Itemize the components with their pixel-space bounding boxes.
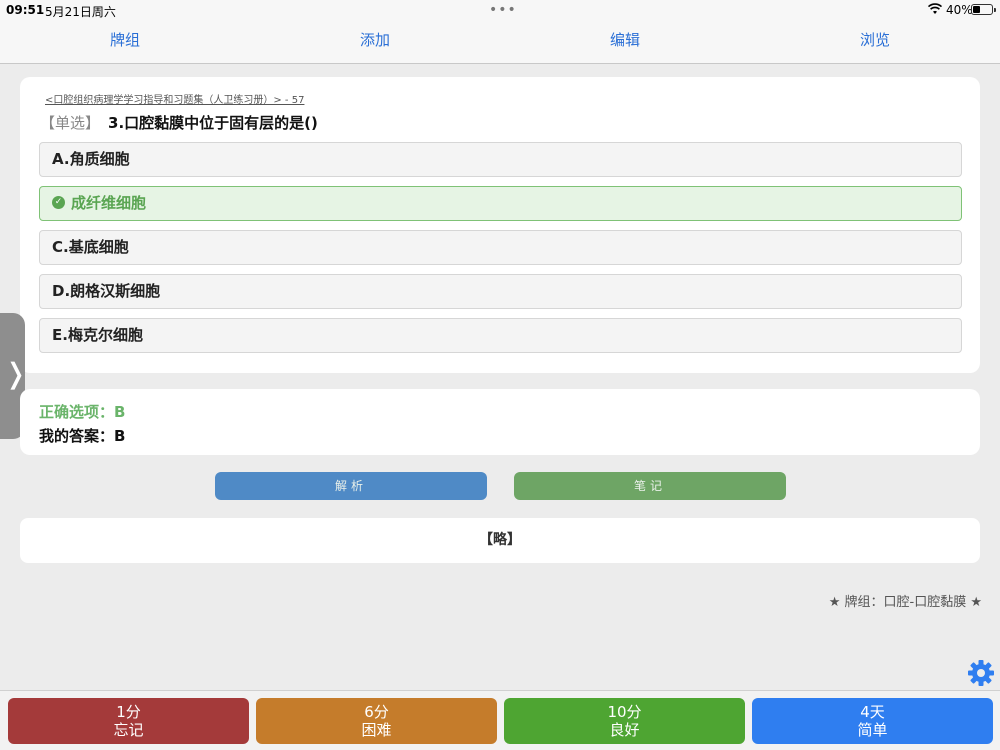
option-b-label: 成纤维细胞 <box>71 194 147 212</box>
my-answer: 我的答案：B <box>39 427 126 445</box>
rate-again-button[interactable]: 1分 忘记 <box>8 698 249 744</box>
status-bar: 09:51 5月21日周六 ••• 40% <box>0 0 1000 20</box>
battery-fill <box>973 6 980 13</box>
wifi-icon <box>928 3 942 14</box>
rate-hard-button[interactable]: 6分 困难 <box>256 698 497 744</box>
rate-again-interval: 1分 <box>116 703 141 721</box>
nav-edit[interactable]: 编辑 <box>500 20 750 63</box>
option-b-correct[interactable]: ✓ 成纤维细胞 <box>39 186 962 221</box>
explanation-card: 【略】 <box>20 518 980 563</box>
checkmark-icon: ✓ <box>52 195 65 209</box>
nav-decks[interactable]: 牌组 <box>0 20 250 63</box>
status-time: 09:51 <box>6 3 45 17</box>
option-c[interactable]: C.基底细胞 <box>39 230 962 265</box>
option-d[interactable]: D.朗格汉斯细胞 <box>39 274 962 309</box>
question-type: 【单选】 <box>40 114 101 132</box>
rate-hard-label: 困难 <box>361 721 392 739</box>
status-date: 5月21日周六 <box>45 5 116 19</box>
rate-easy-button[interactable]: 4天 简单 <box>752 698 993 744</box>
nav-browse[interactable]: 浏览 <box>750 20 1000 63</box>
deck-label: ★ 牌组：口腔-口腔黏膜 ★ <box>828 595 982 610</box>
question-line: 【单选】 3.口腔黏膜中位于固有层的是() <box>40 112 318 133</box>
nav-add[interactable]: 添加 <box>250 20 500 63</box>
rate-hard-interval: 6分 <box>364 703 389 721</box>
analysis-button[interactable]: 解析 <box>215 472 487 500</box>
chevron-right-icon: ❭ <box>4 357 28 390</box>
option-a[interactable]: A.角质细胞 <box>39 142 962 177</box>
rate-good-label: 良好 <box>609 721 640 739</box>
rate-good-interval: 10分 <box>607 703 642 721</box>
gear-icon[interactable] <box>967 659 995 687</box>
correct-answer: 正确选项：B <box>39 403 126 421</box>
top-nav: 牌组 添加 编辑 浏览 <box>0 20 1000 64</box>
answer-card: 正确选项：B 我的答案：B <box>20 389 980 455</box>
rate-easy-interval: 4天 <box>860 703 885 721</box>
rate-again-label: 忘记 <box>113 721 144 739</box>
option-e[interactable]: E.梅克尔细胞 <box>39 318 962 353</box>
rate-good-button[interactable]: 10分 良好 <box>504 698 745 744</box>
notes-button[interactable]: 笔记 <box>514 472 786 500</box>
question-text: 3.口腔黏膜中位于固有层的是() <box>108 114 318 132</box>
battery-percent: 40% <box>946 3 973 17</box>
question-card: <口腔组织病理学学习指导和习题集（人卫练习册）> - 57 【单选】 3.口腔黏膜… <box>20 77 980 373</box>
question-source[interactable]: <口腔组织病理学学习指导和习题集（人卫练习册）> - 57 <box>45 91 304 106</box>
multitask-dots[interactable]: ••• <box>489 2 517 18</box>
rating-bar: 1分 忘记 6分 困难 10分 良好 4天 简单 <box>0 690 1000 750</box>
rate-easy-label: 简单 <box>857 721 888 739</box>
battery-icon <box>971 4 996 15</box>
